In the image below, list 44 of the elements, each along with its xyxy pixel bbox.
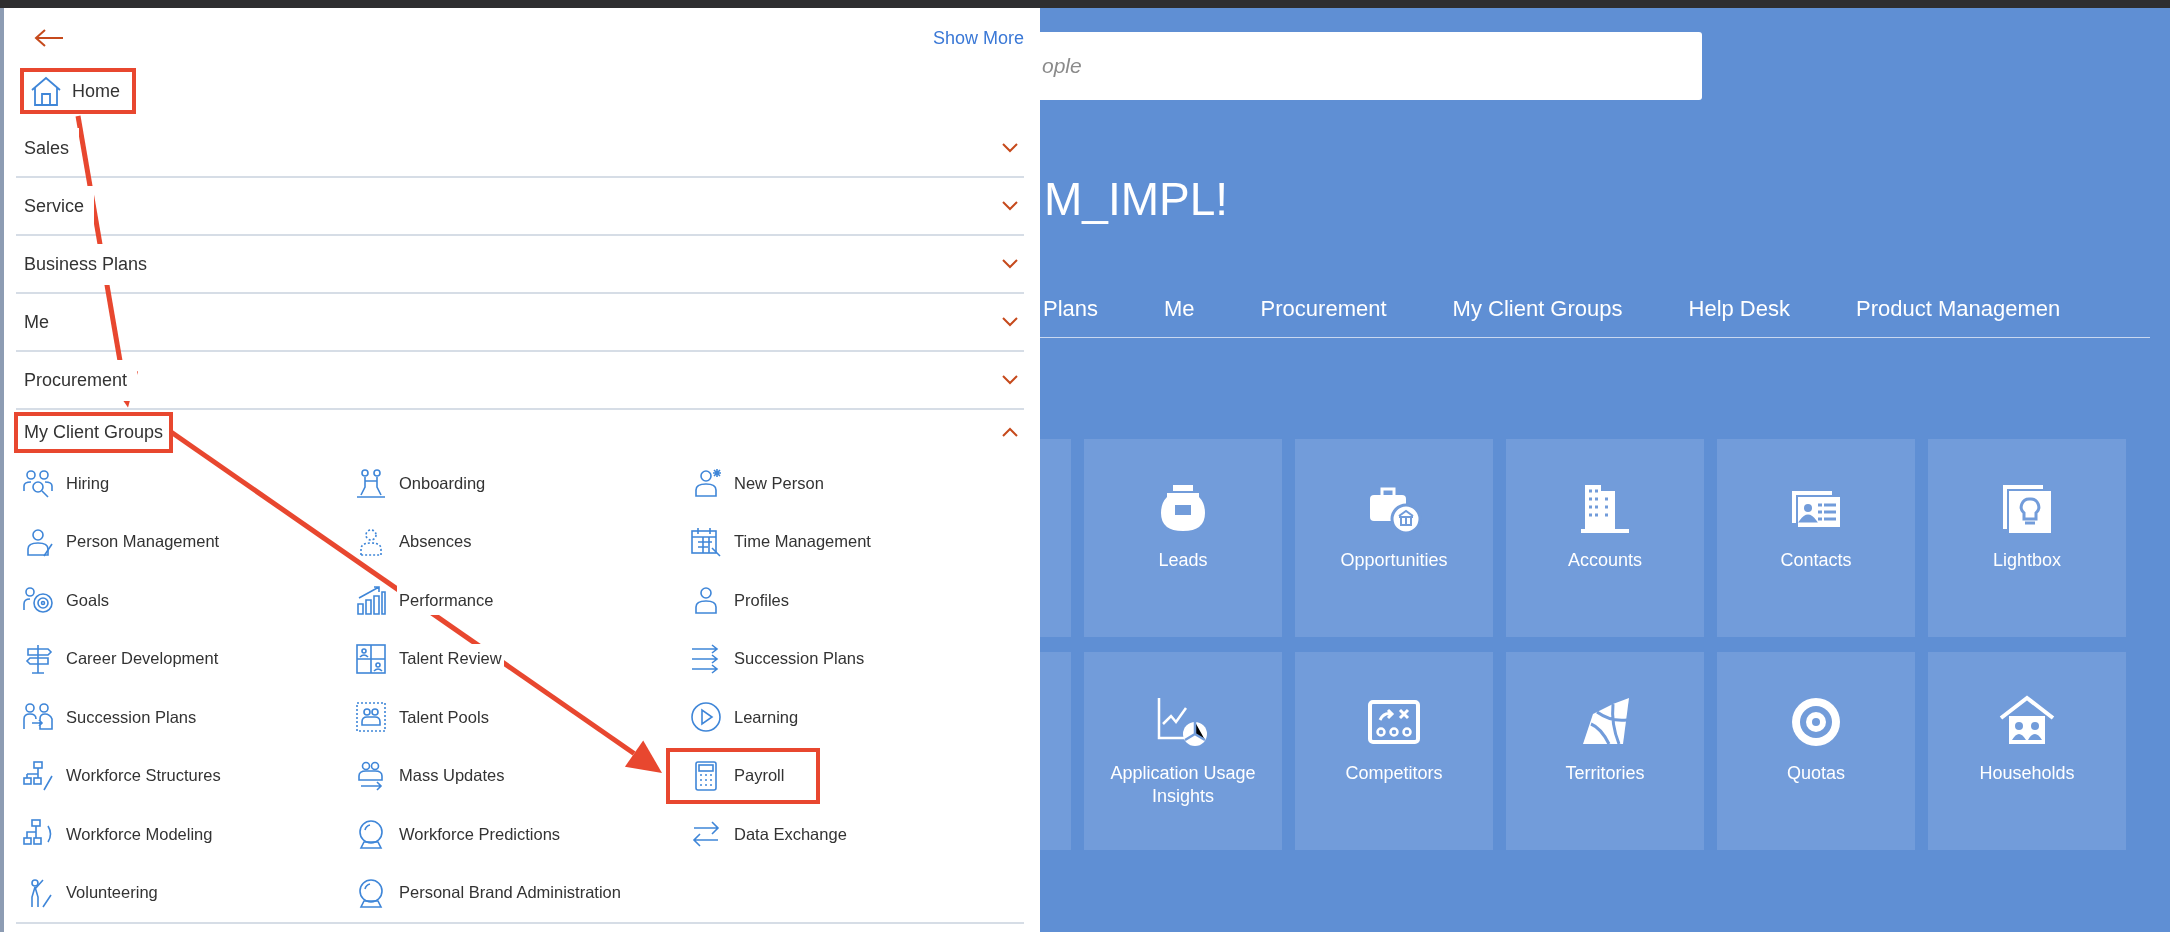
back-arrow-icon[interactable]	[34, 28, 64, 48]
menu-link[interactable]: Volunteering	[0, 864, 194, 921]
menu-link[interactable]: New Person	[666, 455, 860, 512]
accordion-header[interactable]: Service	[16, 178, 1024, 236]
house-icon	[30, 76, 62, 106]
menu-link[interactable]: Profiles	[666, 572, 826, 629]
accordion-header[interactable]: My Client Groups	[16, 410, 1024, 454]
menu-link[interactable]: Payroll	[666, 747, 821, 804]
menu-link[interactable]: Onboarding	[331, 455, 522, 512]
accordion-header[interactable]: Procurement	[16, 352, 1024, 410]
grid-people-icon	[355, 642, 387, 675]
menu-link[interactable]: Workforce Modeling	[0, 806, 249, 863]
menu-link[interactable]: Workforce Predictions	[331, 806, 597, 863]
menu-link[interactable]: Workforce Structures	[0, 747, 257, 804]
people-icon	[355, 467, 387, 500]
bar-chart-icon	[355, 584, 387, 617]
search-field[interactable]: ople	[1040, 32, 1702, 100]
menu-link[interactable]: Time Management	[666, 513, 907, 570]
menu-link[interactable]: Succession Plans	[0, 689, 233, 746]
menu-link[interactable]: Data Exchange	[666, 806, 883, 863]
menu-link[interactable]: Succession Plans	[666, 630, 901, 687]
menu-link[interactable]: Personal Brand Administration	[331, 864, 657, 921]
menu-link[interactable]: Talent Review	[331, 630, 538, 687]
menu-link[interactable]: Performance	[331, 572, 530, 629]
play-circle-icon	[690, 701, 722, 734]
people-search-icon	[22, 467, 54, 500]
accordion-header[interactable]: Business Plans	[16, 236, 1024, 294]
menu-link[interactable]: Learning	[666, 689, 835, 746]
calendar-wrench-icon	[690, 525, 722, 558]
menu-link[interactable]: Goals	[0, 572, 146, 629]
org-chart-icon	[22, 759, 54, 792]
menu-link[interactable]: Absences	[331, 513, 508, 570]
menu-link[interactable]: Person Management	[0, 513, 256, 570]
show-more-link[interactable]: Show More	[932, 24, 1024, 52]
menu-link[interactable]: Talent Pools	[331, 689, 525, 746]
home-link[interactable]: Home	[20, 68, 136, 114]
accordion-header[interactable]: Me	[16, 294, 1024, 352]
group-frame-icon	[355, 701, 387, 734]
greeting-text: M_IMPL!	[1044, 176, 1230, 222]
section-label: My Client Groups	[14, 411, 174, 453]
menu-link[interactable]: Hiring	[0, 455, 146, 512]
accordion-header[interactable]: Sales	[16, 120, 1024, 178]
menu-link[interactable]: Mass Updates	[331, 747, 541, 804]
menu-link[interactable]: Career Development	[0, 630, 255, 687]
